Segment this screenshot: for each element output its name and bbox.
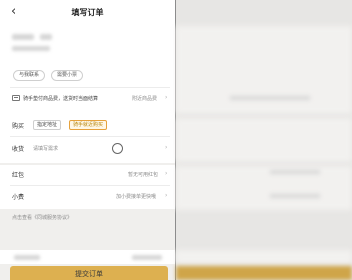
tag-contact-me[interactable]: 与我联系 [13, 70, 46, 81]
buy-option-specified-address[interactable]: 指定地址 [33, 120, 62, 130]
order-form-panel: ‹ 填写订单 与我联系 需要小票 骑手垫付商品费，送货时当面结算 附近商品费 ›… [0, 0, 175, 280]
blurred-line [270, 194, 320, 198]
tag-need-receipt[interactable]: 需要小票 [51, 70, 84, 81]
blurred-line [270, 170, 320, 174]
blurred-submit-bar [176, 266, 352, 280]
blurred-line [230, 96, 310, 100]
chevron-right-icon: › [165, 144, 168, 151]
purchase-hint-text: 骑手垫付商品费，送货时当面结算 [23, 96, 99, 102]
tip-label: 小费 [12, 194, 25, 201]
blurred-card [176, 26, 352, 114]
header: ‹ 填写订单 [0, 0, 175, 26]
chevron-right-icon: › [165, 94, 168, 101]
submit-order-button[interactable]: 提交订单 [10, 266, 168, 280]
purchase-hint-link[interactable]: 附近商品费 [132, 95, 157, 102]
wallet-icon [12, 95, 20, 101]
address-line-blurred [12, 34, 34, 40]
red-packet-label: 红包 [12, 172, 25, 179]
divider [10, 185, 170, 186]
page-title: 填写订单 [71, 8, 104, 17]
blurred-card [176, 166, 352, 210]
divider [10, 87, 170, 88]
blurred-bar [176, 250, 352, 264]
blurred-card [176, 118, 352, 162]
chevron-right-icon: › [165, 192, 168, 199]
agreement-link[interactable]: 点击查看《同城服务协议》 [12, 214, 72, 221]
receive-requirement-input[interactable]: 请填写需求 [33, 145, 58, 152]
price-blurred [14, 255, 40, 260]
touch-indicator [112, 143, 123, 154]
address-line-blurred [40, 34, 52, 40]
chevron-right-icon: › [165, 170, 168, 177]
receive-row-label: 收货 [12, 146, 25, 153]
buy-row-label: 购买 [12, 123, 25, 130]
red-packet-value[interactable]: 暂无可用红包 [128, 171, 158, 178]
address-line-blurred [12, 46, 50, 51]
buy-option-rider-nearby[interactable]: 骑手就近购买 [69, 120, 108, 130]
tip-value[interactable]: 加小费接单更快哦 [116, 193, 156, 200]
divider [10, 136, 170, 137]
price-blurred [132, 255, 162, 260]
